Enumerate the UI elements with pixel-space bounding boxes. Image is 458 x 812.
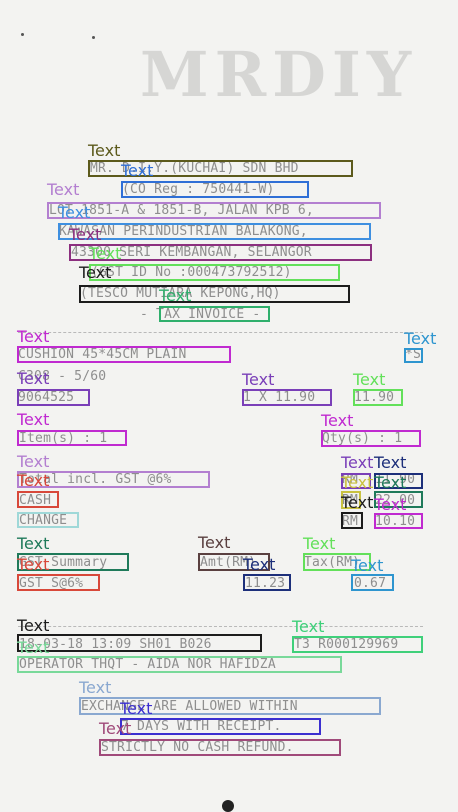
tear-mark: [222, 800, 234, 812]
annotation-label: Text: [17, 410, 50, 429]
annotation-label: Text: [89, 244, 122, 263]
annotation-box: [292, 636, 423, 653]
annotation-label: Text: [121, 161, 154, 180]
store-logo: MRDIY: [140, 40, 418, 110]
speck: [92, 36, 95, 39]
annotation-box: [17, 346, 231, 363]
annotation-label: Text: [17, 616, 50, 635]
annotation-label: Text: [242, 370, 275, 389]
speck: [21, 33, 24, 36]
annotation-label: Text: [374, 453, 407, 472]
annotation-box: [17, 574, 100, 591]
annotation-label: Text: [99, 719, 132, 738]
annotation-box: [353, 389, 403, 406]
annotation-label: Text: [17, 471, 50, 490]
annotation-label: Text: [243, 555, 276, 574]
annotation-label: Text: [321, 411, 354, 430]
annotation-label: Text: [404, 329, 437, 348]
annotation-label: Text: [79, 678, 112, 697]
annotation-box: [99, 739, 341, 756]
annotation-box: [121, 181, 309, 198]
annotation-box: [374, 513, 423, 529]
annotation-label: Text: [303, 534, 336, 553]
annotation-box: [341, 512, 363, 529]
annotation-label: Text: [341, 473, 374, 492]
annotation-label: Text: [353, 370, 386, 389]
annotation-label: Text: [341, 493, 374, 512]
annotation-box: [17, 634, 262, 652]
annotation-label: Text: [88, 141, 121, 160]
annotation-label: Text: [69, 225, 102, 244]
annotation-box: [89, 264, 340, 281]
annotation-box: [58, 223, 371, 240]
annotation-label: Text: [17, 534, 50, 553]
separator: [18, 626, 423, 627]
annotation-box: [120, 718, 321, 735]
separator: [18, 332, 423, 333]
annotation-label: Text: [17, 369, 50, 388]
annotation-label: Text: [79, 263, 112, 282]
annotation-box: [17, 656, 342, 673]
annotation-label: Text: [17, 555, 50, 574]
annotation-label: Text: [120, 699, 153, 718]
annotation-box: [404, 348, 423, 363]
annotation-label: Text: [374, 473, 407, 492]
annotation-box: [79, 285, 350, 303]
annotation-label: Text: [292, 617, 325, 636]
annotation-box: [351, 574, 394, 591]
annotation-label: Text: [374, 495, 407, 514]
annotation-label: Text: [159, 286, 192, 305]
annotation-box: [243, 574, 291, 591]
annotation-box: [17, 430, 127, 446]
annotation-label: Text: [17, 327, 50, 346]
annotation-label: Text: [58, 203, 91, 222]
annotation-label: Text: [47, 180, 80, 199]
annotation-label: Text: [198, 533, 231, 552]
annotation-box: [17, 491, 59, 508]
annotation-box: [242, 389, 332, 406]
annotation-label: Text: [17, 452, 50, 471]
annotation-box: [321, 430, 421, 447]
annotation-box: [17, 512, 79, 528]
annotation-box: [47, 202, 381, 219]
annotation-label: Text: [341, 453, 374, 472]
annotation-label: Text: [351, 556, 384, 575]
annotation-label: Text: [17, 638, 50, 657]
annotation-box: [17, 389, 90, 406]
annotation-box: [159, 306, 270, 322]
